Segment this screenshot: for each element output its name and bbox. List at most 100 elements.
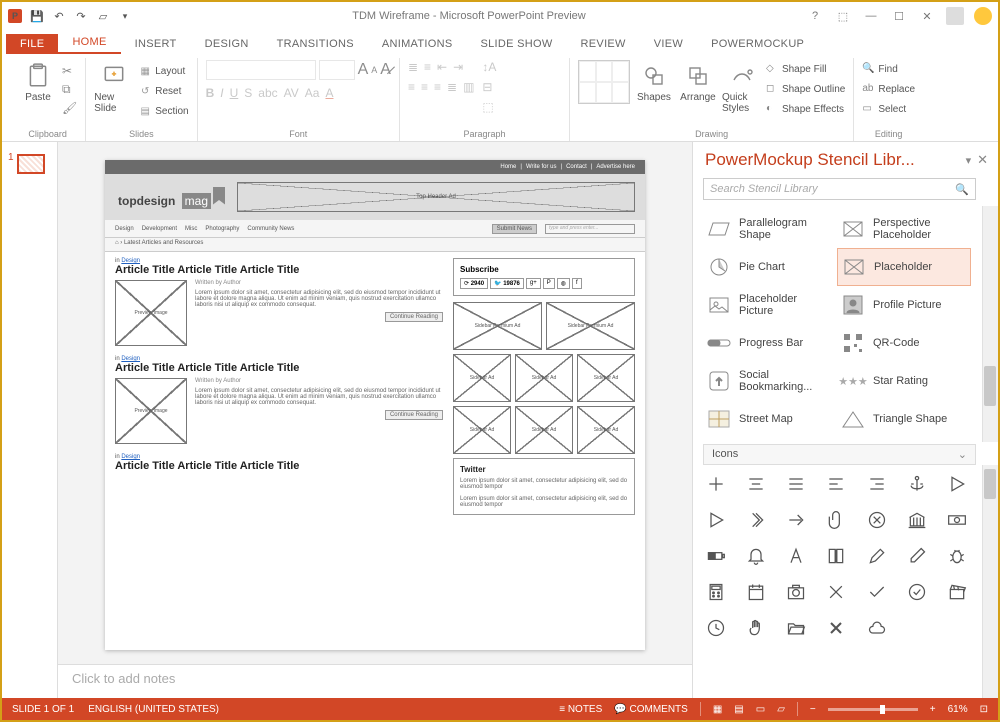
camera-icon[interactable] bbox=[783, 579, 809, 605]
text-direction-icon[interactable]: ↕A bbox=[482, 60, 496, 74]
smartart-icon[interactable]: ⬚ bbox=[482, 100, 493, 114]
increase-font-icon[interactable]: A bbox=[358, 61, 369, 79]
battery-icon[interactable] bbox=[703, 543, 729, 569]
ribbon-options-icon[interactable]: ⬚ bbox=[834, 10, 852, 23]
font-size-combo[interactable] bbox=[319, 60, 355, 80]
hand-icon[interactable] bbox=[743, 615, 769, 641]
book-icon[interactable] bbox=[823, 543, 849, 569]
bold-icon[interactable]: B bbox=[206, 86, 215, 100]
plus-icon[interactable] bbox=[703, 471, 729, 497]
shadow-icon[interactable]: abc bbox=[258, 86, 277, 100]
spacing-icon[interactable]: AV bbox=[284, 86, 299, 100]
section-button[interactable]: ▤Section bbox=[138, 102, 188, 120]
slideshow-icon[interactable]: ▱ bbox=[96, 9, 110, 23]
find-button[interactable]: 🔍Find bbox=[862, 60, 915, 78]
notes-pane[interactable]: Click to add notes bbox=[58, 664, 692, 698]
stencil-social[interactable]: Social Bookmarking... bbox=[703, 362, 837, 400]
edit-icon[interactable] bbox=[904, 543, 930, 569]
play-solid-icon[interactable] bbox=[944, 471, 970, 497]
tab-review[interactable]: REVIEW bbox=[567, 34, 640, 54]
folder-open-icon[interactable] bbox=[783, 615, 809, 641]
stencil-profile[interactable]: Profile Picture bbox=[837, 286, 971, 324]
comments-toggle[interactable]: 💬 COMMENTS bbox=[614, 704, 688, 715]
undo-icon[interactable]: ↶ bbox=[52, 9, 66, 23]
stencil-placeholder[interactable]: Placeholder bbox=[837, 248, 971, 286]
zoom-in-icon[interactable]: + bbox=[930, 704, 936, 715]
clapper-icon[interactable] bbox=[944, 579, 970, 605]
layout-button[interactable]: ▦Layout bbox=[138, 62, 188, 80]
arrow-right-icon[interactable] bbox=[783, 507, 809, 533]
paste-button[interactable]: Paste bbox=[18, 60, 58, 103]
user-icon[interactable] bbox=[946, 7, 964, 25]
tab-slideshow[interactable]: SLIDE SHOW bbox=[466, 34, 566, 54]
calendar-icon[interactable] bbox=[743, 579, 769, 605]
clear-format-icon[interactable]: A̷ bbox=[380, 61, 391, 79]
checkcircle-icon[interactable] bbox=[904, 579, 930, 605]
justify-icon[interactable]: ≣ bbox=[447, 80, 457, 94]
replace-button[interactable]: abReplace bbox=[862, 80, 915, 98]
tab-transitions[interactable]: TRANSITIONS bbox=[263, 34, 368, 54]
cancel-icon[interactable] bbox=[823, 579, 849, 605]
slideshow-view-icon[interactable]: ▱ bbox=[777, 704, 785, 715]
reading-view-icon[interactable]: ▭ bbox=[756, 704, 765, 715]
decrease-font-icon[interactable]: A bbox=[371, 65, 377, 75]
pane-pin-icon[interactable]: ▾ bbox=[966, 154, 972, 167]
slide-canvas[interactable]: Home | Write for us | Contact | Advertis… bbox=[105, 160, 645, 650]
language-indicator[interactable]: ENGLISH (UNITED STATES) bbox=[88, 704, 219, 715]
arrange-button[interactable]: Arrange bbox=[678, 60, 718, 103]
stencil-triangle[interactable]: Triangle Shape bbox=[837, 400, 971, 438]
notes-toggle[interactable]: ≡ NOTES bbox=[559, 704, 602, 715]
search-icon[interactable]: 🔍 bbox=[955, 183, 969, 196]
indent-right-icon[interactable]: ⇥ bbox=[453, 60, 463, 74]
shape-outline-button[interactable]: ◻Shape Outline bbox=[766, 80, 845, 98]
case-icon[interactable]: Aa bbox=[305, 86, 320, 100]
stencil-progress[interactable]: Progress Bar bbox=[703, 324, 837, 362]
font-color-icon[interactable]: A bbox=[325, 86, 333, 100]
align-right-icon[interactable] bbox=[864, 471, 890, 497]
icons-section-header[interactable]: Icons⌄ bbox=[703, 444, 976, 465]
reset-button[interactable]: ↺Reset bbox=[138, 82, 188, 100]
tab-home[interactable]: HOME bbox=[58, 32, 120, 54]
anchor-icon[interactable] bbox=[904, 471, 930, 497]
stencil-picture[interactable]: Placeholder Picture bbox=[703, 286, 837, 324]
align-text-icon[interactable]: ⊟ bbox=[482, 80, 492, 94]
zoom-out-icon[interactable]: − bbox=[810, 704, 816, 715]
bell-icon[interactable] bbox=[743, 543, 769, 569]
face-icon[interactable] bbox=[974, 7, 992, 25]
stencil-parallelogram[interactable]: Parallelogram Shape bbox=[703, 210, 837, 248]
maximize-icon[interactable]: ☐ bbox=[890, 10, 908, 23]
indent-left-icon[interactable]: ⇤ bbox=[437, 60, 447, 74]
banknote-icon[interactable] bbox=[944, 507, 970, 533]
zoom-value[interactable]: 61% bbox=[948, 704, 968, 715]
stencil-search[interactable]: Search Stencil Library🔍 bbox=[703, 178, 976, 200]
normal-view-icon[interactable]: ▦ bbox=[713, 704, 722, 715]
stencil-qr[interactable]: QR-Code bbox=[837, 324, 971, 362]
minimize-icon[interactable]: — bbox=[862, 10, 880, 22]
zoom-slider[interactable] bbox=[828, 708, 918, 711]
icons-scrollbar[interactable] bbox=[982, 465, 998, 698]
sorter-view-icon[interactable]: ▤ bbox=[734, 704, 743, 715]
calculator-icon[interactable] bbox=[703, 579, 729, 605]
close-icon[interactable]: ✕ bbox=[918, 10, 936, 23]
quick-styles-button[interactable]: Quick Styles bbox=[722, 60, 762, 114]
shapes-gallery[interactable] bbox=[578, 60, 630, 104]
play-outline-icon[interactable] bbox=[703, 507, 729, 533]
select-button[interactable]: ▭Select bbox=[862, 100, 915, 118]
tab-animations[interactable]: ANIMATIONS bbox=[368, 34, 467, 54]
align-right-icon[interactable]: ≡ bbox=[434, 80, 441, 94]
shape-fill-button[interactable]: ◇Shape Fill bbox=[766, 60, 845, 78]
fit-icon[interactable]: ⊡ bbox=[980, 704, 988, 715]
copy-icon[interactable]: ⧉ bbox=[62, 82, 77, 97]
paperclip-icon[interactable] bbox=[823, 507, 849, 533]
redo-icon[interactable]: ↷ bbox=[74, 9, 88, 23]
shapes-button[interactable]: Shapes bbox=[634, 60, 674, 103]
align-justify-icon[interactable] bbox=[783, 471, 809, 497]
tab-file[interactable]: FILE bbox=[6, 34, 58, 54]
slide-counter[interactable]: SLIDE 1 OF 1 bbox=[12, 704, 74, 715]
tab-powermockup[interactable]: POWERMOCKUP bbox=[697, 34, 818, 54]
italic-icon[interactable]: I bbox=[220, 86, 223, 100]
help-icon[interactable]: ? bbox=[806, 10, 824, 22]
pane-close-icon[interactable]: ✕ bbox=[977, 152, 988, 168]
save-icon[interactable]: 💾 bbox=[30, 9, 44, 23]
align-left-icon[interactable] bbox=[823, 471, 849, 497]
